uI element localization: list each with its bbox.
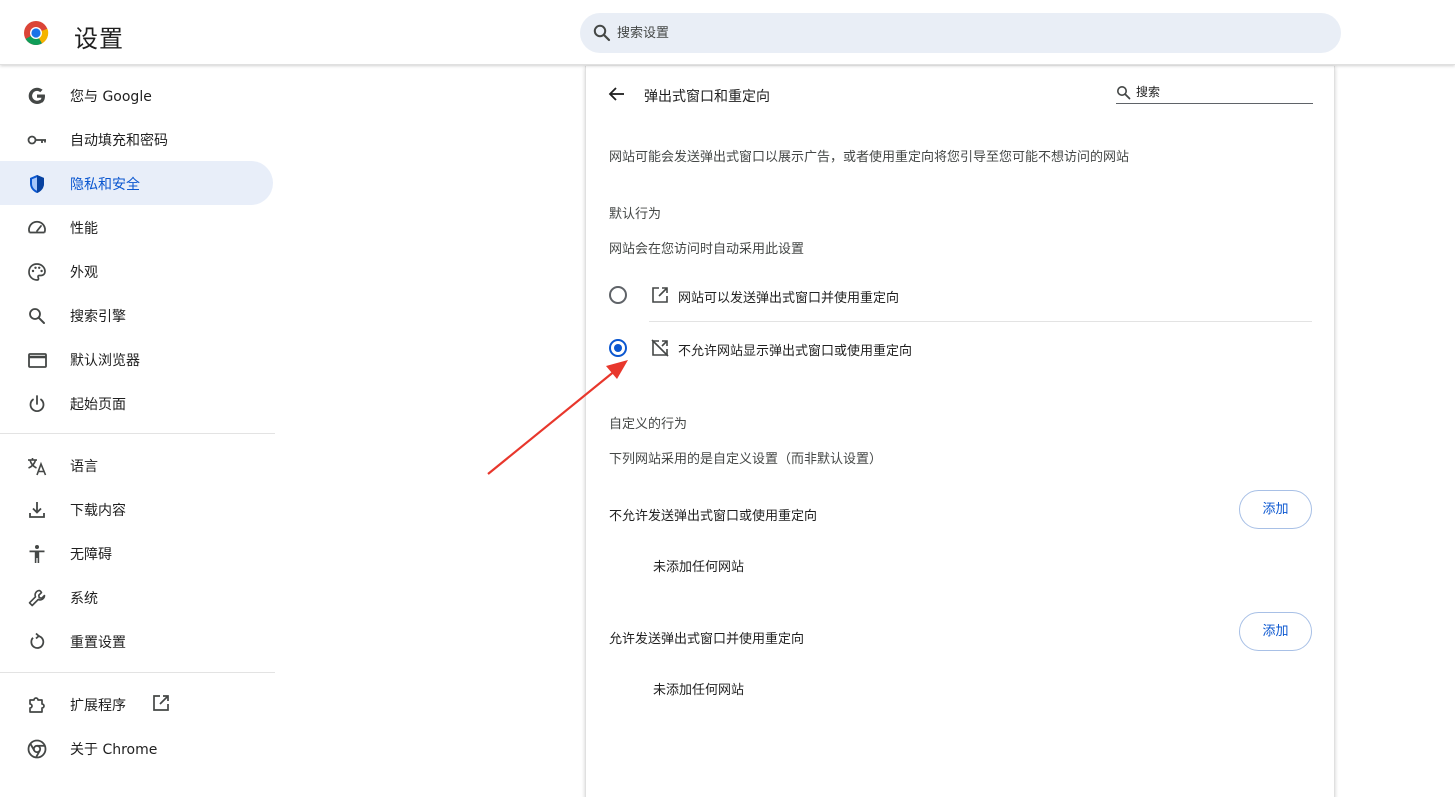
sidebar-item-label: 起始页面 [70,397,126,413]
sidebar-item-label: 性能 [70,221,98,237]
sidebar-divider [0,433,275,434]
sidebar-item-privacy-security[interactable]: 隐私和安全 [0,161,273,205]
sidebar-item-default-browser[interactable]: 默认浏览器 [0,337,273,381]
sidebar: 您与 Google 自动填充和密码 隐私和安全 性能 外观 搜索引擎 默认浏览器… [0,66,275,797]
blocked-sites-title: 不允许发送弹出式窗口或使用重定向 [609,509,818,524]
top-bar: 设置 [0,0,1455,65]
search-icon [29,308,45,324]
key-icon [27,135,46,145]
sidebar-item-autofill-passwords[interactable]: 自动填充和密码 [0,117,273,161]
sidebar-item-performance[interactable]: 性能 [0,205,273,249]
subpage-search-input[interactable] [1136,82,1311,102]
default-behavior-heading: 默认行为 [609,207,662,222]
radio-allow-popups[interactable] [609,286,627,304]
search-icon [593,24,611,42]
blocked-sites-empty-text: 未添加任何网站 [653,560,745,575]
sidebar-item-label: 扩展程序 [70,698,126,714]
shield-icon [30,175,44,193]
add-blocked-site-button[interactable]: 添加 [1239,490,1312,529]
sidebar-item-you-and-google[interactable]: 您与 Google [0,73,273,117]
sidebar-item-label: 默认浏览器 [70,353,140,369]
speedometer-icon [28,220,46,234]
sidebar-item-label: 自动填充和密码 [70,133,168,149]
option-divider [649,321,1312,322]
chrome-icon [27,739,47,759]
translate-icon [28,458,47,476]
allowed-sites-empty-text: 未添加任何网站 [653,683,745,698]
power-icon [29,395,45,413]
download-icon [29,502,45,518]
sidebar-item-search-engine[interactable]: 搜索引擎 [0,293,273,337]
open-in-new-icon [652,287,668,303]
sidebar-item-downloads[interactable]: 下载内容 [0,487,273,531]
option-block-popups-label[interactable]: 不允许网站显示弹出式窗口或使用重定向 [678,340,912,359]
subpage-search-box[interactable] [1116,82,1313,104]
sidebar-item-label: 关于 Chrome [70,742,158,758]
wrench-icon [28,589,46,607]
sidebar-item-label: 隐私和安全 [70,177,140,193]
google-g-icon [28,87,45,104]
page-title: 设置 [74,25,124,53]
browser-window-icon [28,353,47,368]
external-link-icon [153,695,169,711]
radio-block-popups[interactable] [609,339,627,357]
subpage-title: 弹出式窗口和重定向 [644,89,770,105]
add-allowed-site-button[interactable]: 添加 [1239,612,1312,651]
palette-icon [28,263,46,281]
puzzle-icon [29,697,45,713]
popups-redirects-card: 弹出式窗口和重定向 网站可能会发送弹出式窗口以展示广告，或者使用重定向将您引导至… [585,66,1335,797]
sidebar-item-label: 您与 Google [70,89,152,105]
settings-search-input[interactable] [617,21,1317,45]
back-arrow-icon[interactable] [606,83,628,105]
sidebar-item-on-startup[interactable]: 起始页面 [0,381,273,425]
settings-search-box[interactable] [580,13,1341,53]
reset-icon [30,632,45,649]
sidebar-item-label: 下载内容 [70,503,126,519]
popups-blocked-icon [651,339,669,357]
sidebar-item-label: 无障碍 [70,547,112,563]
sidebar-item-about-chrome[interactable]: 关于 Chrome [0,726,273,770]
default-behavior-subheading: 网站会在您访问时自动采用此设置 [609,242,805,257]
page-description: 网站可能会发送弹出式窗口以展示广告，或者使用重定向将您引导至您可能不想访问的网站 [609,150,1130,165]
sidebar-item-accessibility[interactable]: 无障碍 [0,531,273,575]
sidebar-item-label: 重置设置 [70,635,126,651]
custom-behavior-subheading: 下列网站采用的是自定义设置（而非默认设置） [609,452,883,467]
search-icon [1117,86,1131,100]
sidebar-item-label: 搜索引擎 [70,309,126,325]
option-allow-popups-label[interactable]: 网站可以发送弹出式窗口并使用重定向 [678,287,899,306]
accessibility-icon [29,545,45,563]
chrome-logo-icon [24,21,49,46]
custom-behavior-heading: 自定义的行为 [609,417,688,432]
sidebar-item-label: 系统 [70,591,98,607]
sidebar-item-label: 语言 [70,459,98,475]
sidebar-item-extensions[interactable]: 扩展程序 [0,682,273,726]
sidebar-item-system[interactable]: 系统 [0,575,273,619]
allowed-sites-title: 允许发送弹出式窗口并使用重定向 [609,632,805,647]
sidebar-divider [0,672,275,673]
sidebar-item-appearance[interactable]: 外观 [0,249,273,293]
sidebar-item-languages[interactable]: 语言 [0,443,273,487]
sidebar-item-reset-settings[interactable]: 重置设置 [0,619,273,663]
sidebar-item-label: 外观 [70,265,98,281]
